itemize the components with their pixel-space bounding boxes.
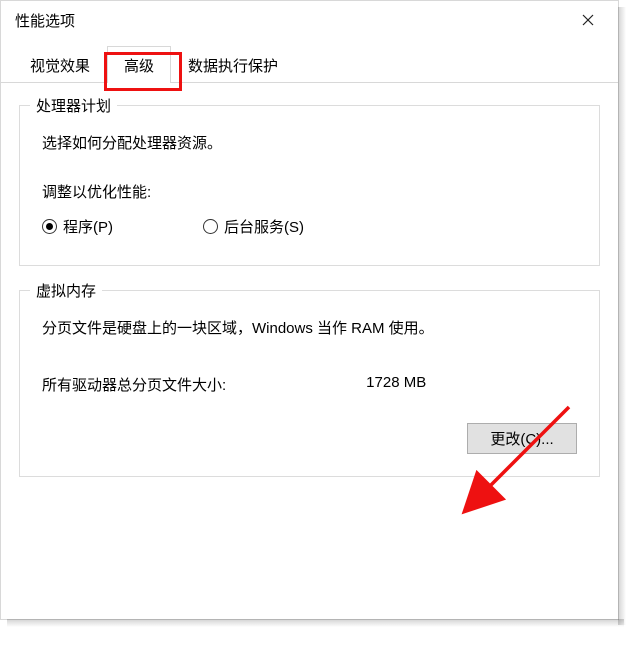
virtual-memory-group: 虚拟内存 分页文件是硬盘上的一块区域，Windows 当作 RAM 使用。 所有… — [19, 290, 600, 477]
processor-scheduling-group: 处理器计划 选择如何分配处理器资源。 调整以优化性能: 程序(P) 后台服务(S… — [19, 105, 600, 266]
tab-content-advanced: 处理器计划 选择如何分配处理器资源。 调整以优化性能: 程序(P) 后台服务(S… — [1, 83, 618, 519]
radio-dot-icon — [42, 219, 57, 234]
radio-background-services[interactable]: 后台服务(S) — [203, 216, 304, 237]
vm-desc: 分页文件是硬盘上的一块区域，Windows 当作 RAM 使用。 — [42, 317, 577, 338]
dialog-title: 性能选项 — [15, 10, 75, 31]
radio-programs[interactable]: 程序(P) — [42, 216, 113, 237]
tab-visual-effects[interactable]: 视觉效果 — [13, 46, 107, 83]
close-icon — [582, 14, 594, 26]
vm-total-row: 所有驱动器总分页文件大小: 1728 MB — [42, 374, 577, 395]
vm-total-value: 1728 MB — [366, 374, 426, 395]
vm-button-row: 更改(C)... — [42, 423, 577, 454]
change-button[interactable]: 更改(C)... — [467, 423, 577, 454]
tab-dep[interactable]: 数据执行保护 — [171, 46, 295, 83]
vm-total-label: 所有驱动器总分页文件大小: — [42, 374, 226, 395]
window-shadow — [618, 7, 626, 625]
processor-subhead: 调整以优化性能: — [42, 181, 577, 202]
radio-programs-label: 程序(P) — [63, 216, 113, 237]
titlebar: 性能选项 — [1, 1, 618, 43]
processor-desc: 选择如何分配处理器资源。 — [42, 132, 577, 153]
processor-legend: 处理器计划 — [30, 95, 117, 116]
performance-options-dialog: 性能选项 视觉效果 高级 数据执行保护 处理器计划 选择如何分配处理器资源。 调… — [0, 0, 619, 620]
window-shadow — [7, 619, 624, 627]
close-button[interactable] — [566, 5, 610, 35]
radio-services-label: 后台服务(S) — [224, 216, 304, 237]
processor-radio-row: 程序(P) 后台服务(S) — [42, 216, 577, 237]
vm-legend: 虚拟内存 — [30, 280, 102, 301]
radio-dot-icon — [203, 219, 218, 234]
tab-advanced[interactable]: 高级 — [107, 46, 171, 83]
tab-row: 视觉效果 高级 数据执行保护 — [1, 43, 618, 83]
